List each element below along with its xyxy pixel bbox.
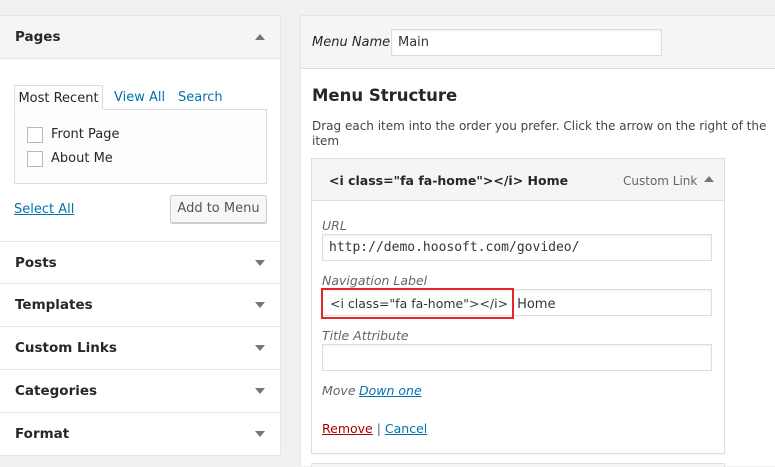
- section-posts[interactable]: Posts: [0, 241, 280, 284]
- section-templates[interactable]: Templates: [0, 284, 280, 327]
- add-to-menu-button[interactable]: Add to Menu: [170, 195, 267, 223]
- section-categories[interactable]: Categories: [0, 370, 280, 413]
- tab-search[interactable]: Search: [178, 85, 223, 110]
- menu-structure-description: Drag each item into the order you prefer…: [312, 119, 767, 148]
- collapse-arrow-icon[interactable]: [704, 176, 714, 182]
- highlight-box: <i class="fa fa-home"></i>: [321, 288, 515, 319]
- remove-link[interactable]: Remove: [322, 421, 373, 436]
- page-label: About Me: [51, 151, 113, 166]
- section-title: Templates: [15, 297, 93, 313]
- pages-list: Front Page About Me: [14, 109, 267, 184]
- move-down-one-link[interactable]: Down one: [359, 383, 422, 398]
- url-label: URL: [322, 218, 347, 233]
- section-title: Custom Links: [15, 340, 117, 356]
- title-attribute-label: Title Attribute: [322, 328, 409, 343]
- menu-item: <i class="fa fa-home"></i> Home Custom L…: [311, 158, 725, 454]
- expand-arrow-icon[interactable]: [255, 431, 265, 437]
- pages-section-header[interactable]: Pages: [0, 16, 280, 59]
- menu-structure-title: Menu Structure: [312, 86, 458, 105]
- expand-arrow-icon[interactable]: [255, 260, 265, 266]
- expand-arrow-icon[interactable]: [255, 388, 265, 394]
- navigation-label-label: Navigation Label: [322, 273, 428, 288]
- page-label: Front Page: [51, 127, 120, 142]
- expand-arrow-icon[interactable]: [255, 302, 265, 308]
- cancel-link[interactable]: Cancel: [385, 421, 427, 436]
- section-title: Categories: [15, 383, 98, 399]
- menu-item-type: Custom Link: [623, 174, 698, 188]
- separator: |: [376, 421, 381, 436]
- checkbox-about-me[interactable]: [27, 151, 43, 167]
- menu-item-handle[interactable]: <i class="fa fa-home"></i> Home Custom L…: [312, 159, 724, 201]
- section-format[interactable]: Format: [0, 413, 280, 456]
- collapse-arrow-icon[interactable]: [255, 34, 265, 40]
- add-menu-items-panel: Pages Most Recent View All Search Front …: [0, 15, 281, 456]
- url-input[interactable]: http://demo.hoosoft.com/govideo/: [322, 234, 712, 261]
- checkbox-front-page[interactable]: [27, 127, 43, 143]
- title-attribute-input[interactable]: [322, 344, 712, 371]
- menu-name-input[interactable]: Main: [391, 29, 662, 56]
- next-menu-item[interactable]: [311, 463, 725, 467]
- section-title: Posts: [15, 255, 57, 271]
- move-label: Move: [322, 383, 356, 398]
- menu-name-label: Menu Name: [312, 35, 391, 50]
- navigation-label-input[interactable]: <i class="fa fa-home"></i> Home: [321, 288, 712, 319]
- pages-title: Pages: [15, 29, 61, 45]
- expand-arrow-icon[interactable]: [255, 345, 265, 351]
- tab-view-all[interactable]: View All: [114, 85, 165, 110]
- menu-edit-panel: Menu Name Main Menu Structure Drag each …: [300, 15, 775, 467]
- navigation-label-text: Home: [517, 297, 556, 312]
- menu-header: Menu Name Main: [301, 16, 775, 69]
- pages-tabs: Most Recent View All Search Front Page A…: [14, 85, 267, 185]
- menu-item-title: <i class="fa fa-home"></i> Home: [329, 173, 569, 188]
- item-actions: Remove | Cancel: [322, 421, 427, 436]
- tab-most-recent[interactable]: Most Recent: [14, 85, 103, 110]
- section-title: Format: [15, 426, 70, 442]
- section-custom-links[interactable]: Custom Links: [0, 327, 280, 370]
- select-all-link[interactable]: Select All: [14, 202, 74, 217]
